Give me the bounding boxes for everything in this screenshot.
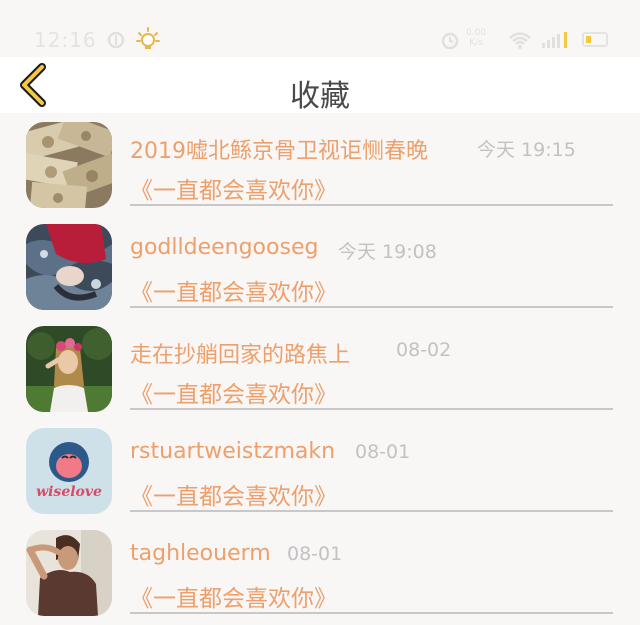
signal-icon (540, 30, 570, 54)
item-time: 08-02 (396, 339, 452, 361)
divider (130, 408, 613, 410)
battery-icon (582, 32, 608, 47)
page-title: 收藏 (290, 79, 350, 114)
item-song[interactable]: 《一直都会喜欢你》 (130, 273, 337, 307)
list-item[interactable]: 2019嘘北鲧京骨卫视讵恻春晚 今天 19:15 《一直都会喜欢你》 (0, 113, 640, 215)
wifi-icon (508, 30, 532, 54)
sync-icon (106, 30, 126, 54)
divider (130, 204, 613, 206)
item-song[interactable]: 《一直都会喜欢你》 (130, 171, 337, 205)
item-time: 08-01 (355, 441, 411, 463)
item-song[interactable]: 《一直都会喜欢你》 (130, 375, 337, 409)
list-item[interactable]: taghleouerm 08-01 《一直都会喜欢你》 (0, 521, 640, 623)
item-song[interactable]: 《一直都会喜欢你》 (130, 579, 337, 613)
item-song[interactable]: 《一直都会喜欢你》 (130, 477, 337, 511)
alarm-icon (440, 30, 460, 54)
item-title[interactable]: rstuartweistzmakn (130, 439, 335, 464)
item-title[interactable]: godlldeengooseg (130, 235, 318, 260)
status-time: 12:16 (34, 28, 97, 52)
list-item[interactable]: godlldeengooseg 今天 19:08 《一直都会喜欢你》 (0, 215, 640, 317)
divider (130, 612, 613, 614)
bulb-icon (136, 26, 160, 56)
avatar[interactable] (26, 122, 112, 208)
avatar[interactable] (26, 224, 112, 310)
status-bar: 12:16 0.00 K/s (0, 0, 640, 56)
favorites-list: 2019嘘北鲧京骨卫视讵恻春晚 今天 19:15 《一直都会喜欢你》 godll… (0, 113, 640, 623)
list-item[interactable]: 走在抄艄回家的路焦上 08-02 《一直都会喜欢你》 (0, 317, 640, 419)
header-bar: 收藏 (0, 57, 640, 114)
avatar[interactable] (26, 530, 112, 616)
list-item[interactable]: wiselove rstuartweistzmakn 08-01 《一直都会喜欢… (0, 419, 640, 521)
avatar[interactable] (26, 326, 112, 412)
wiselove-logo-text: wiselove (36, 484, 102, 500)
item-time: 今天 19:08 (338, 241, 437, 263)
item-title[interactable]: 走在抄艄回家的路焦上 (130, 337, 350, 369)
item-title[interactable]: taghleouerm (130, 541, 271, 566)
divider (130, 306, 613, 308)
item-time: 08-01 (287, 543, 343, 565)
net-speed: 0.00 K/s (466, 28, 487, 48)
item-title[interactable]: 2019嘘北鲧京骨卫视讵恻春晚 (130, 133, 428, 165)
avatar[interactable]: wiselove (26, 428, 112, 514)
item-time: 今天 19:15 (477, 139, 576, 161)
divider (130, 510, 613, 512)
